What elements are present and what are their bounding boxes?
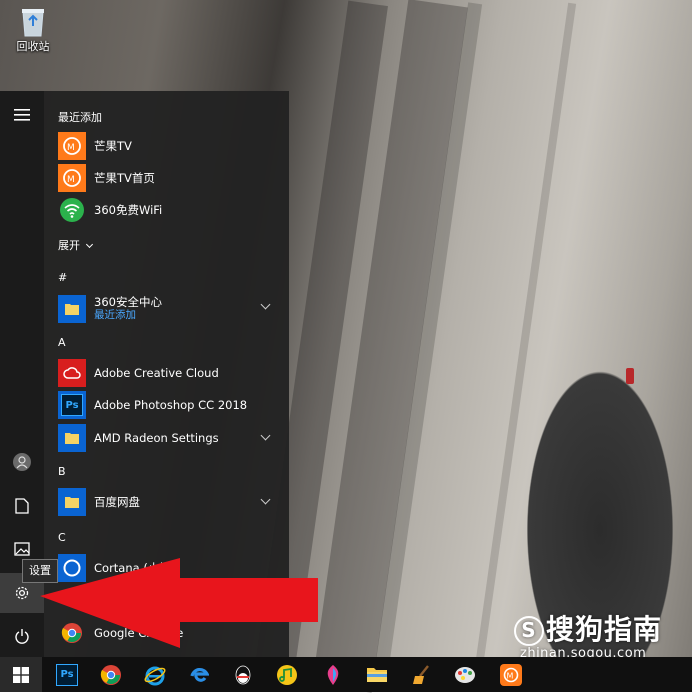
climber	[626, 368, 634, 384]
chevron-down-icon[interactable]	[260, 299, 271, 310]
chevron-down-icon	[85, 240, 93, 249]
sogou-logo-icon: S	[514, 616, 544, 646]
red-arrow-annotation	[40, 558, 318, 648]
expand-button[interactable]: 展开	[58, 237, 93, 253]
chevron-down-icon[interactable]	[260, 494, 271, 505]
taskbar-paint-palette[interactable]	[444, 657, 486, 692]
mango-tv-icon: M	[58, 132, 86, 160]
sogou-watermark: S 搜狗指南 zhinan.sogou.com	[514, 608, 662, 661]
app-label: 芒果TV首页	[94, 170, 155, 185]
mango-tv-icon: M	[58, 164, 86, 192]
app-item-mango-tv-home[interactable]: M 芒果TV首页	[58, 163, 283, 193]
app-label: Adobe Photoshop CC 2018	[94, 397, 248, 412]
chevron-down-icon[interactable]	[260, 430, 271, 441]
taskbar-paint[interactable]	[312, 657, 354, 692]
app-item-adobe-creative-cloud[interactable]: Adobe Creative Cloud	[58, 358, 283, 388]
ie-icon	[144, 666, 166, 685]
music-icon	[277, 664, 297, 685]
windows-start-icon	[13, 666, 29, 683]
group-letter-b[interactable]: B	[58, 465, 66, 478]
document-icon	[15, 498, 29, 514]
creative-cloud-icon	[58, 359, 86, 387]
taskbar-music[interactable]	[266, 657, 308, 692]
hamburger-icon	[14, 109, 30, 121]
expand-label: 展开	[58, 239, 80, 252]
taskbar-edge[interactable]	[178, 657, 220, 692]
watermark-brand: S 搜狗指南	[514, 608, 662, 648]
app-label: AMD Radeon Settings	[94, 430, 219, 445]
taskbar-file-explorer[interactable]	[356, 657, 398, 692]
chrome-icon	[100, 664, 121, 685]
recycle-bin-label: 回收站	[16, 40, 50, 53]
recently-added-badge: 最近添加	[94, 309, 136, 321]
edge-icon	[190, 667, 209, 682]
pictures-icon	[14, 542, 30, 556]
folder-icon	[58, 424, 86, 452]
user-icon	[13, 453, 31, 471]
hamburger-menu-button[interactable]	[0, 95, 44, 135]
user-account-button[interactable]	[0, 442, 44, 482]
mango-tv-icon: M	[500, 663, 522, 686]
group-letter-a[interactable]: A	[58, 336, 66, 349]
taskbar-ie[interactable]	[134, 657, 176, 692]
documents-button[interactable]	[0, 486, 44, 526]
folder-icon	[58, 488, 86, 516]
start-button[interactable]	[0, 657, 42, 692]
app-item-360-wifi[interactable]: 360免费WiFi	[58, 195, 283, 225]
taskbar: Ps M	[0, 657, 692, 692]
recycle-bin-icon	[19, 6, 47, 38]
app-label: 芒果TV	[94, 138, 132, 153]
app-item-360-security[interactable]: 360安全中心 最近添加	[58, 292, 283, 326]
folder-icon	[367, 667, 387, 682]
taskbar-photoshop[interactable]: Ps	[46, 657, 88, 692]
svg-text:M: M	[67, 175, 75, 185]
folder-icon	[58, 295, 86, 323]
svg-text:M: M	[67, 143, 75, 153]
taskbar-cleaner[interactable]	[400, 657, 442, 692]
wifi-icon	[58, 196, 86, 224]
svg-text:M: M	[507, 671, 514, 680]
power-icon	[15, 629, 29, 644]
recent-header: 最近添加	[58, 111, 102, 124]
app-item-baidu-netdisk[interactable]: 百度网盘	[58, 487, 283, 517]
paint-icon	[327, 664, 339, 685]
taskbar-chrome[interactable]	[90, 657, 132, 692]
group-letter-c[interactable]: C	[58, 531, 66, 544]
app-label: 360安全中心	[94, 295, 162, 309]
app-item-amd-radeon[interactable]: AMD Radeon Settings	[58, 423, 283, 453]
taskbar-mango-tv[interactable]: M	[490, 657, 532, 692]
app-item-mango-tv[interactable]: M 芒果TV	[58, 131, 283, 161]
taskbar-qq[interactable]	[222, 657, 264, 692]
group-letter-hash[interactable]: #	[58, 271, 67, 284]
app-item-photoshop[interactable]: Ps Adobe Photoshop CC 2018	[58, 390, 283, 420]
app-label: Adobe Creative Cloud	[94, 365, 219, 380]
gear-icon	[15, 586, 29, 600]
app-label: 360免费WiFi	[94, 202, 163, 217]
paint-palette-icon	[455, 666, 475, 683]
photoshop-icon: Ps	[58, 391, 86, 419]
broom-icon	[413, 664, 429, 684]
qq-icon	[235, 665, 251, 684]
recycle-bin[interactable]: 回收站	[10, 6, 56, 54]
photoshop-icon: Ps	[56, 663, 78, 686]
app-label: 百度网盘	[94, 494, 140, 509]
